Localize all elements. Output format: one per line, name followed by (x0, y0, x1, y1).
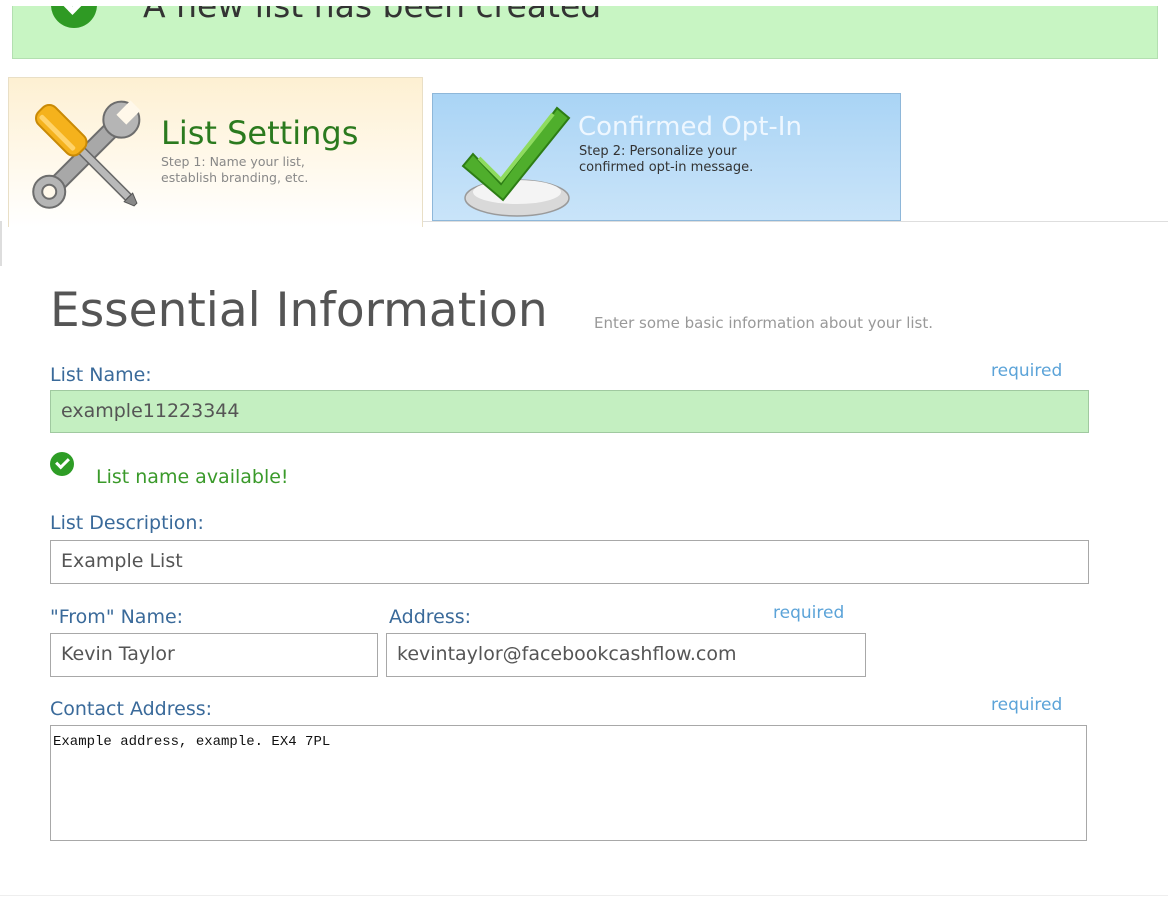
tab-title: Confirmed Opt-In (578, 112, 802, 142)
banner-message: A new list has been created (143, 6, 601, 25)
required-indicator: required (991, 695, 1063, 715)
list-description-input[interactable]: Example List (50, 540, 1089, 584)
tab-description-line: confirmed opt-in message. (579, 160, 754, 175)
tab-description: Step 2: Personalize your confirmed opt-i… (579, 144, 859, 176)
checkmark-pedestal-icon (461, 106, 571, 217)
section-title: Essential Information (50, 283, 548, 338)
contact-address-label: Contact Address: (50, 698, 213, 720)
tab-description: Step 1: Name your list, establish brandi… (161, 154, 411, 186)
availability-message: List name available! (96, 466, 289, 488)
divider (0, 221, 2, 266)
success-banner: A new list has been created (12, 6, 1158, 59)
required-indicator: required (773, 603, 845, 623)
tab-description-line: establish branding, etc. (161, 170, 309, 185)
address-label: Address: (389, 606, 472, 628)
required-indicator: required (991, 361, 1063, 381)
divider (423, 221, 1168, 222)
from-address-input[interactable]: kevintaylor@facebookcashflow.com (386, 633, 866, 677)
from-name-label: "From" Name: (50, 606, 184, 628)
list-name-label: List Name: (50, 364, 152, 386)
from-name-input[interactable]: Kevin Taylor (50, 633, 378, 677)
tab-title: List Settings (161, 114, 359, 152)
check-icon (50, 452, 74, 476)
tab-description-line: Step 1: Name your list, (161, 154, 305, 169)
section-subtitle: Enter some basic information about your … (594, 314, 934, 332)
wrench-screwdriver-icon (32, 100, 141, 209)
tab-description-line: Step 2: Personalize your (579, 144, 737, 159)
list-description-label: List Description: (50, 512, 204, 534)
tab-list-settings[interactable]: List Settings Step 1: Name your list, es… (8, 77, 423, 227)
contact-address-textarea[interactable]: Example address, example. EX4 7PL (50, 725, 1087, 841)
check-circle-icon (51, 6, 97, 28)
list-name-input[interactable]: example11223344 (50, 390, 1089, 433)
tab-confirmed-opt-in[interactable]: Confirmed Opt-In Step 2: Personalize you… (432, 93, 901, 221)
divider (0, 895, 1168, 896)
